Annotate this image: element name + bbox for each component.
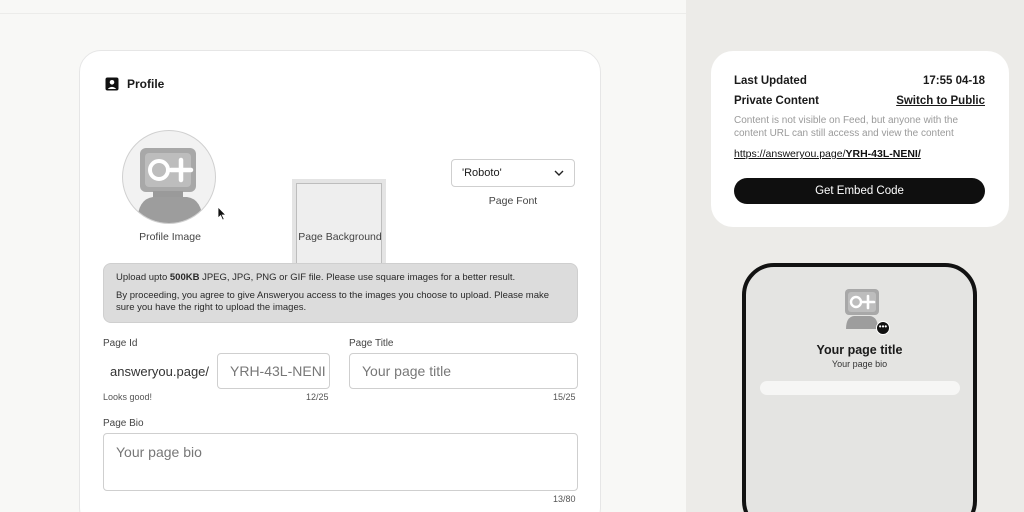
- page-id-label: Page Id: [103, 338, 138, 349]
- profile-header: Profile: [105, 77, 164, 91]
- page-font-label: Page Font: [488, 195, 538, 207]
- page-bio-input[interactable]: Your page bio: [103, 433, 578, 491]
- page-background-label: Page Background: [298, 231, 382, 243]
- profile-card: Profile Profile Image Page Background 'R…: [79, 50, 601, 512]
- top-divider: [0, 0, 686, 14]
- last-updated-label: Last Updated: [734, 75, 807, 87]
- page-id-input[interactable]: YRH-43L-NENI: [217, 353, 330, 389]
- more-dots-icon[interactable]: •••: [876, 321, 890, 335]
- profile-image-upload[interactable]: [122, 130, 216, 224]
- page-title-count: 15/25: [553, 392, 576, 402]
- upload-limit-text: Upload upto 500KB JPEG, JPG, PNG or GIF …: [116, 272, 516, 283]
- page-font-value: 'Roboto': [462, 167, 502, 179]
- upload-consent-text: By proceeding, you agree to give Answery…: [116, 289, 550, 314]
- profile-title: Profile: [127, 77, 165, 91]
- get-embed-code-button[interactable]: Get Embed Code: [734, 178, 985, 204]
- page-id-prefix: answeryou.page/: [110, 364, 210, 379]
- page-font-select[interactable]: 'Roboto': [451, 159, 575, 187]
- page-title-input[interactable]: Your page title: [349, 353, 578, 389]
- page-background-upload[interactable]: [292, 179, 386, 273]
- switch-to-public-link[interactable]: Switch to Public: [896, 95, 985, 107]
- page-bio-count: 13/80: [553, 494, 576, 504]
- chevron-down-icon: [554, 170, 564, 176]
- preview-page-title: Your page title: [816, 343, 903, 357]
- preview-content-bar: [760, 381, 960, 395]
- robot-avatar-icon: [137, 148, 203, 223]
- private-content-label: Private Content: [734, 95, 819, 107]
- privacy-row: Private Content Switch to Public: [734, 95, 985, 107]
- page-id-count: 12/25: [306, 392, 329, 402]
- last-updated-row: Last Updated 17:55 04-18: [734, 75, 985, 87]
- content-url-link[interactable]: https://answeryou.page/YRH-43L-NENI/: [734, 148, 921, 160]
- content-info-card: Last Updated 17:55 04-18 Private Content…: [711, 51, 1009, 227]
- profile-image-label: Profile Image: [139, 231, 201, 243]
- page-id-status: Looks good!: [103, 392, 153, 402]
- page-bio-label: Page Bio: [103, 418, 144, 429]
- phone-preview: ••• Your page title Your page bio: [742, 263, 977, 512]
- mouse-cursor-icon: [217, 206, 227, 221]
- upload-notice: Upload upto 500KB JPEG, JPG, PNG or GIF …: [103, 263, 578, 323]
- person-badge-icon: [105, 77, 119, 91]
- preview-page-bio: Your page bio: [831, 359, 888, 369]
- privacy-description: Content is not visible on Feed, but anyo…: [734, 115, 959, 139]
- last-updated-value: 17:55 04-18: [922, 75, 985, 87]
- page-title-label: Page Title: [349, 338, 394, 349]
